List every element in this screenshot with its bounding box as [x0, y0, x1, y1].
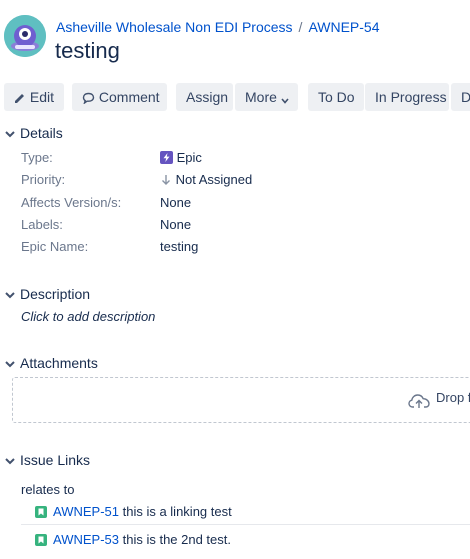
- in-progress-button-label: In Progress: [375, 89, 447, 105]
- dropzone-label: Drop f: [436, 390, 470, 405]
- comment-button-label: Comment: [98, 89, 160, 105]
- field-label: Priority:: [21, 172, 66, 187]
- breadcrumb-separator: /: [298, 19, 303, 35]
- breadcrumb-issue-key-link[interactable]: AWNEP-54: [308, 19, 379, 35]
- linked-issue-row: AWNEP-53 this is the 2nd test.: [21, 531, 470, 559]
- cloud-upload-icon: [408, 394, 430, 408]
- more-button[interactable]: More: [235, 83, 298, 111]
- description-heading: Description: [20, 286, 91, 302]
- arrow-down-icon: [162, 175, 170, 185]
- chevron-down-icon: [5, 458, 15, 465]
- story-icon: [35, 534, 47, 546]
- field-label: Affects Version/s:: [21, 195, 122, 210]
- field-label: Labels:: [21, 217, 63, 232]
- field-value-labels[interactable]: None: [160, 217, 191, 232]
- link-relation-label: relates to: [21, 482, 75, 497]
- field-value-text: Not Assigned: [175, 172, 253, 187]
- details-toggle[interactable]: Details: [0, 125, 63, 141]
- story-icon: [35, 506, 47, 518]
- description-placeholder[interactable]: Click to add description: [21, 309, 155, 324]
- linked-issue: AWNEP-53 this is the 2nd test.: [53, 532, 231, 547]
- breadcrumb-project-link[interactable]: Asheville Wholesale Non EDI Process: [56, 19, 293, 35]
- link-divider: [21, 524, 470, 525]
- field-value-epic-name[interactable]: testing: [160, 239, 198, 254]
- details-heading: Details: [20, 125, 63, 141]
- chevron-down-icon: [5, 131, 15, 138]
- epic-icon: [160, 151, 173, 164]
- breadcrumb: Asheville Wholesale Non EDI Process / AWNE…: [56, 19, 380, 35]
- field-value-affects-version[interactable]: None: [160, 195, 191, 210]
- project-avatar-icon: [4, 15, 46, 57]
- field-label: Type:: [21, 150, 53, 165]
- linked-issue-key-link[interactable]: AWNEP-51: [53, 504, 119, 519]
- to-do-button-label: To Do: [318, 89, 355, 105]
- attachment-dropzone[interactable]: Drop f: [12, 377, 470, 423]
- field-value-priority[interactable]: Not Assigned: [160, 172, 252, 187]
- issue-toolbar: Edit Comment Assign More To Do In Progre…: [0, 83, 470, 111]
- assign-button[interactable]: Assign: [176, 83, 233, 111]
- edit-button-label: Edit: [29, 89, 55, 105]
- issue-links-toggle[interactable]: Issue Links: [0, 452, 90, 468]
- linked-issue-summary: this is the 2nd test.: [122, 532, 232, 547]
- page-title[interactable]: testing: [55, 38, 120, 64]
- more-button-label: More: [245, 89, 277, 105]
- linked-issue-row: AWNEP-51 this is a linking test: [21, 503, 470, 531]
- in-progress-button[interactable]: In Progress: [365, 83, 449, 111]
- chevron-down-icon: [5, 361, 15, 368]
- pencil-icon: [15, 94, 24, 103]
- chevron-down-icon: [281, 98, 289, 104]
- attachments-heading: Attachments: [20, 355, 98, 371]
- linked-issue-summary: this is a linking test: [122, 504, 232, 519]
- project-avatar[interactable]: [4, 15, 46, 57]
- chevron-down-icon: [5, 292, 15, 299]
- done-button[interactable]: D: [451, 83, 470, 111]
- description-toggle[interactable]: Description: [0, 286, 90, 302]
- attachments-toggle[interactable]: Attachments: [0, 355, 98, 371]
- to-do-button[interactable]: To Do: [308, 83, 364, 111]
- field-label: Epic Name:: [21, 239, 89, 254]
- issue-links-heading: Issue Links: [20, 452, 91, 468]
- assign-button-label: Assign: [186, 89, 229, 105]
- edit-button[interactable]: Edit: [4, 83, 64, 111]
- field-value-type[interactable]: Epic: [160, 150, 202, 165]
- linked-issue: AWNEP-51 this is a linking test: [53, 504, 232, 519]
- comment-icon: [82, 92, 95, 105]
- field-value-text: Epic: [176, 150, 202, 165]
- linked-issue-key-link[interactable]: AWNEP-53: [53, 532, 119, 547]
- done-button-label: D: [461, 89, 470, 105]
- comment-button[interactable]: Comment: [72, 83, 167, 111]
